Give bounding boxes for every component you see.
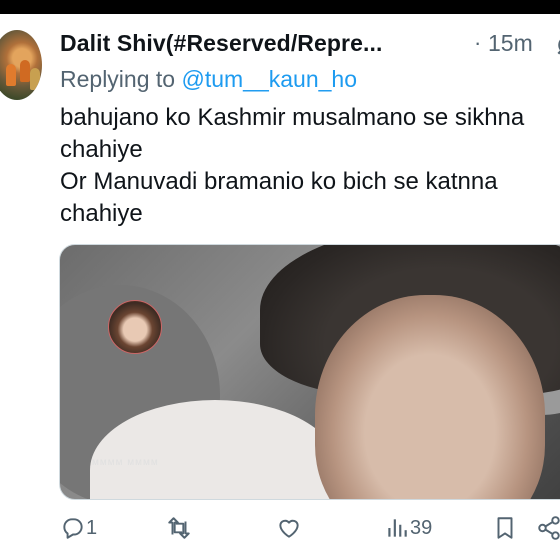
retweet-button[interactable] <box>166 512 192 544</box>
media-watermark: ᴍᴍᴍᴍ ᴍᴍᴍᴍ <box>92 457 159 468</box>
top-bar <box>0 0 560 14</box>
tweet-media[interactable]: ᴍᴍᴍᴍ ᴍᴍᴍᴍ <box>59 244 560 500</box>
views-button[interactable]: 39 <box>384 512 432 544</box>
tweet-text: bahujano ko Kashmir musalmano se sikhna … <box>60 102 560 230</box>
reply-count: 1 <box>86 516 98 539</box>
avatar-figure <box>30 68 40 90</box>
tweet-text-line: chahiye <box>60 200 143 227</box>
tweet-header: Dalit Shiv(#Reserved/Repre... · 15m <box>60 30 560 64</box>
views-icon <box>388 519 407 537</box>
like-button[interactable] <box>276 512 302 544</box>
timestamp[interactable]: 15m <box>488 30 533 57</box>
bookmark-button[interactable] <box>492 512 518 544</box>
share-button[interactable] <box>536 512 560 544</box>
replying-to: Replying to @tum__kaun_ho <box>60 66 357 93</box>
share-icon <box>538 516 560 540</box>
avatar-figure <box>6 64 16 86</box>
avatar[interactable] <box>0 30 42 100</box>
separator-dot: · <box>474 30 482 55</box>
reply-handle-link[interactable]: @tum__kaun_ho <box>181 66 357 92</box>
heart-icon <box>279 519 299 538</box>
bookmark-icon <box>497 517 513 539</box>
media-inset-face <box>108 300 162 354</box>
tweet-text-line: bahujano ko Kashmir musalmano se sikhna <box>60 104 525 131</box>
grok-icon[interactable] <box>554 32 560 58</box>
action-bar: 1 39 <box>0 512 560 548</box>
tweet-text-line: Or Manuvadi bramanio ko bich se katnna <box>60 168 498 195</box>
view-count: 39 <box>410 516 433 539</box>
reply-prefix: Replying to <box>60 66 176 92</box>
tweet-text-line: chahiye <box>60 136 143 163</box>
avatar-figure <box>20 60 30 82</box>
reply-icon <box>63 518 83 539</box>
retweet-icon <box>168 517 190 539</box>
author-name[interactable]: Dalit Shiv(#Reserved/Repre... <box>60 30 382 57</box>
reply-button[interactable]: 1 <box>60 512 97 544</box>
